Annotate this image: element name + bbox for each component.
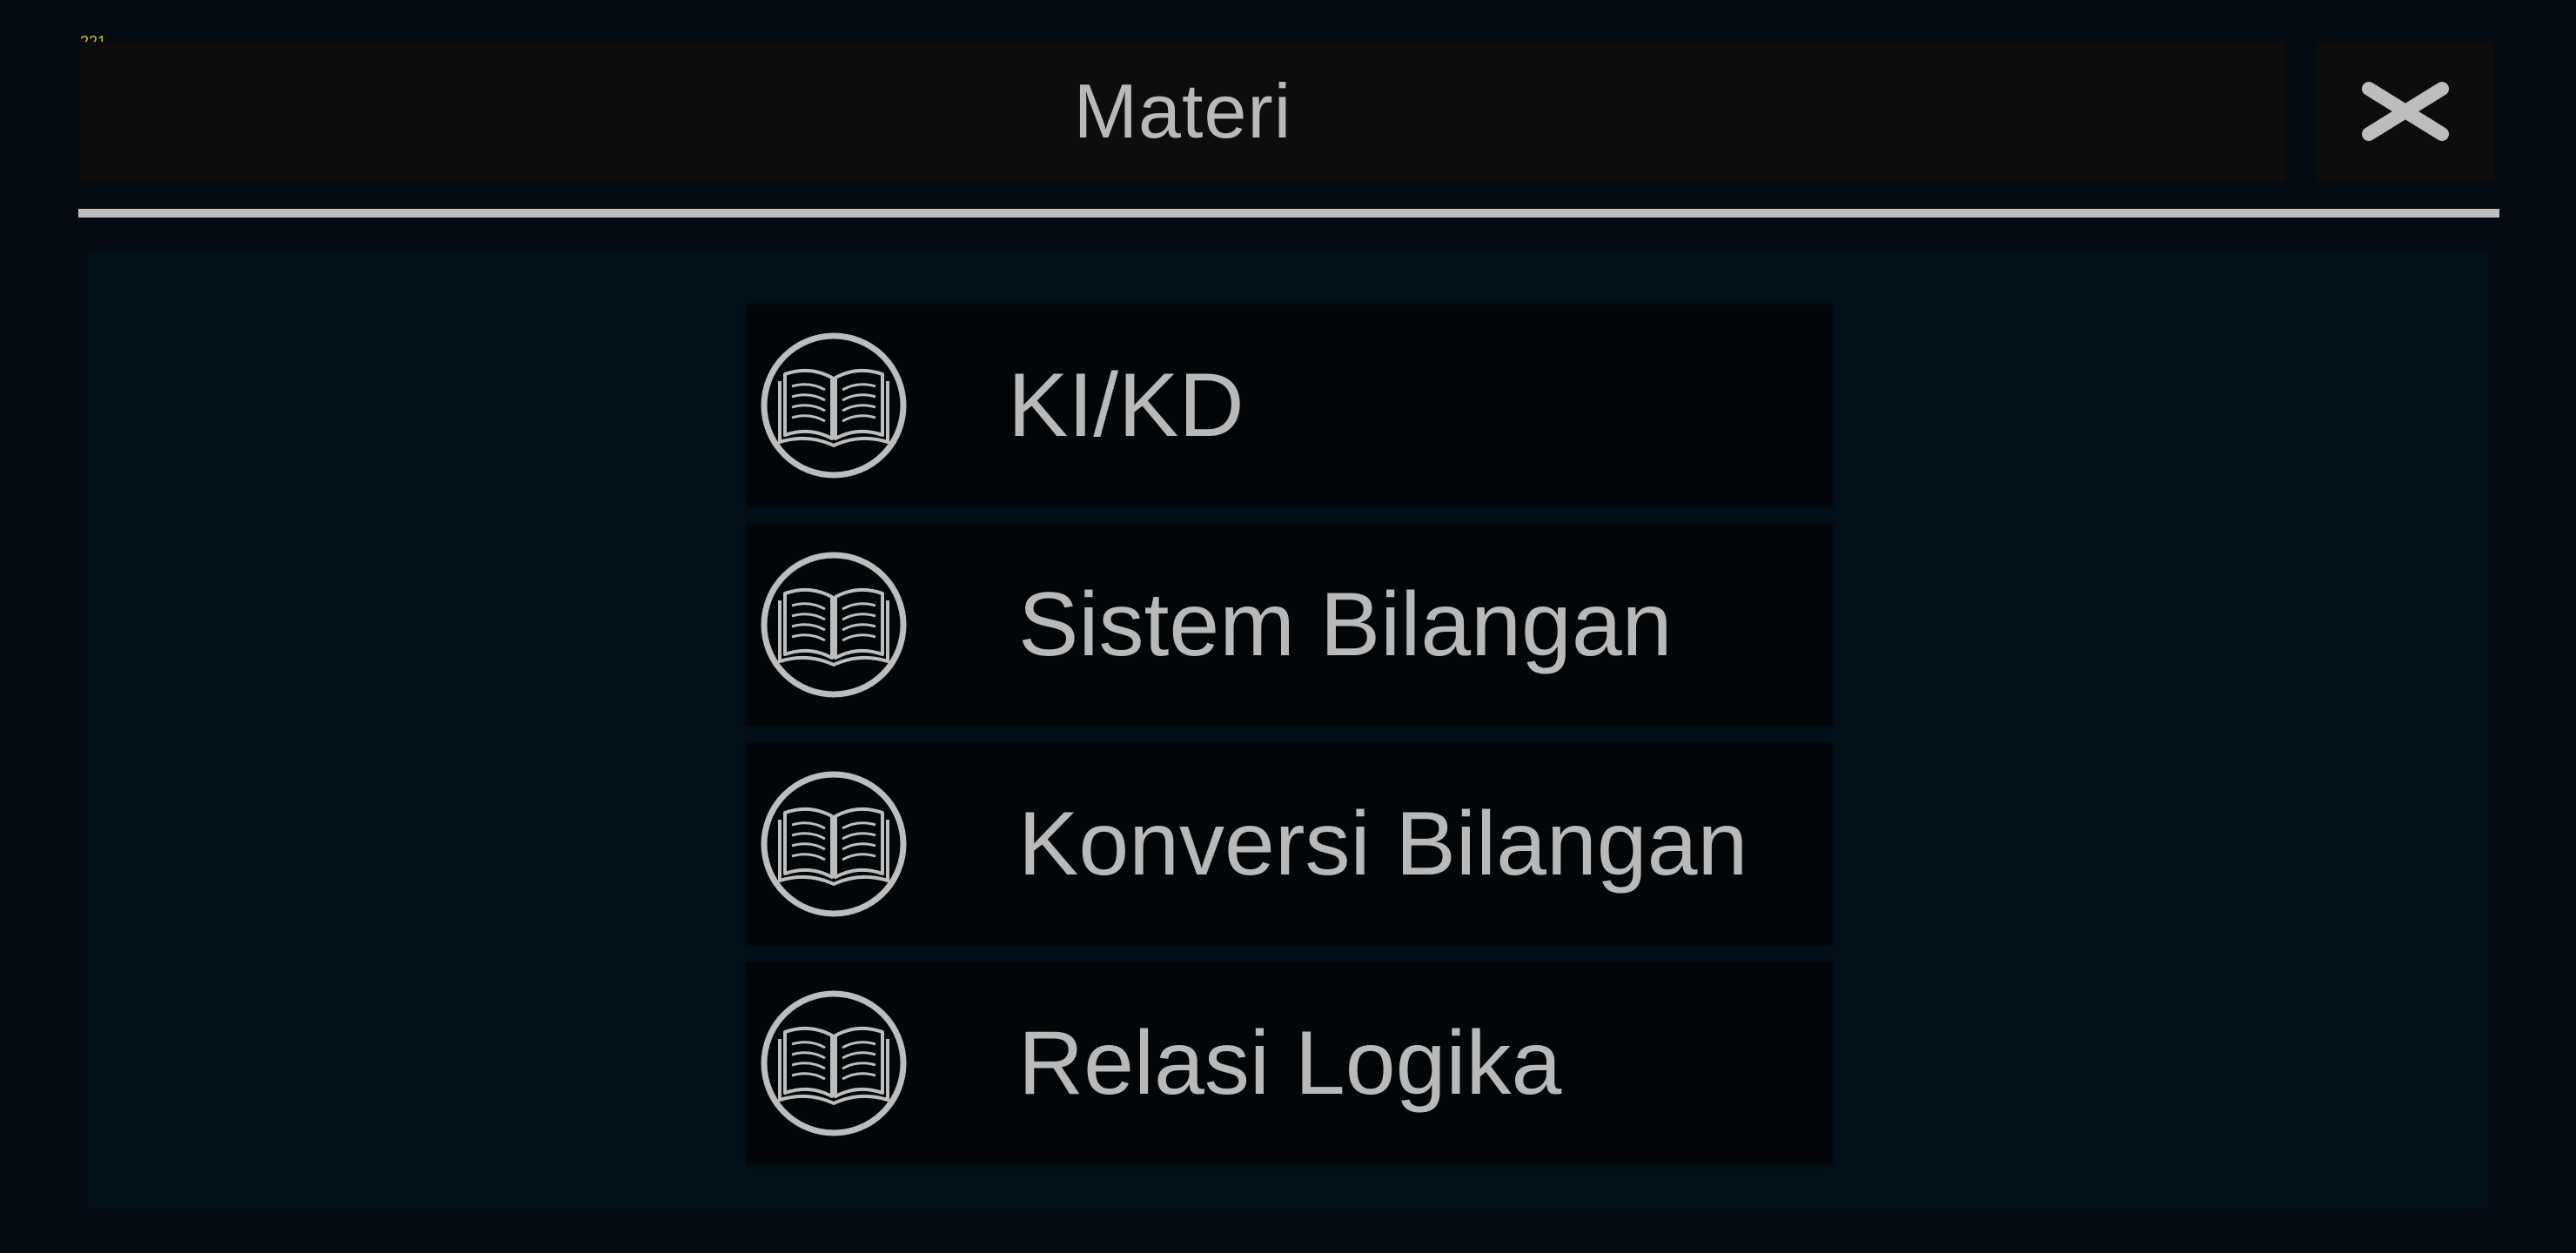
close-icon — [2362, 82, 2449, 141]
book-icon — [761, 771, 907, 917]
book-icon — [761, 552, 907, 698]
menu-item-konversi-bilangan[interactable]: Konversi Bilangan — [747, 743, 1833, 945]
menu-item-label: Sistem Bilangan — [1018, 574, 1673, 675]
menu-item-label: Konversi Bilangan — [1018, 794, 1748, 895]
menu-item-relasi-logika[interactable]: Relasi Logika — [747, 962, 1833, 1164]
header-divider — [78, 209, 2499, 218]
menu-item-ki-kd[interactable]: KI/KD — [747, 305, 1833, 506]
close-button[interactable] — [2317, 42, 2494, 181]
book-icon — [761, 332, 907, 479]
menu-item-sistem-bilangan[interactable]: Sistem Bilangan — [747, 524, 1833, 726]
title-bar: Materi — [80, 42, 2285, 181]
menu-item-label: Relasi Logika — [1018, 1013, 1562, 1114]
screen: 221 Materi KI/KD — [0, 0, 2576, 1253]
book-icon — [761, 990, 907, 1136]
page-title: Materi — [1073, 68, 1292, 154]
menu-item-label: KI/KD — [1008, 355, 1244, 456]
